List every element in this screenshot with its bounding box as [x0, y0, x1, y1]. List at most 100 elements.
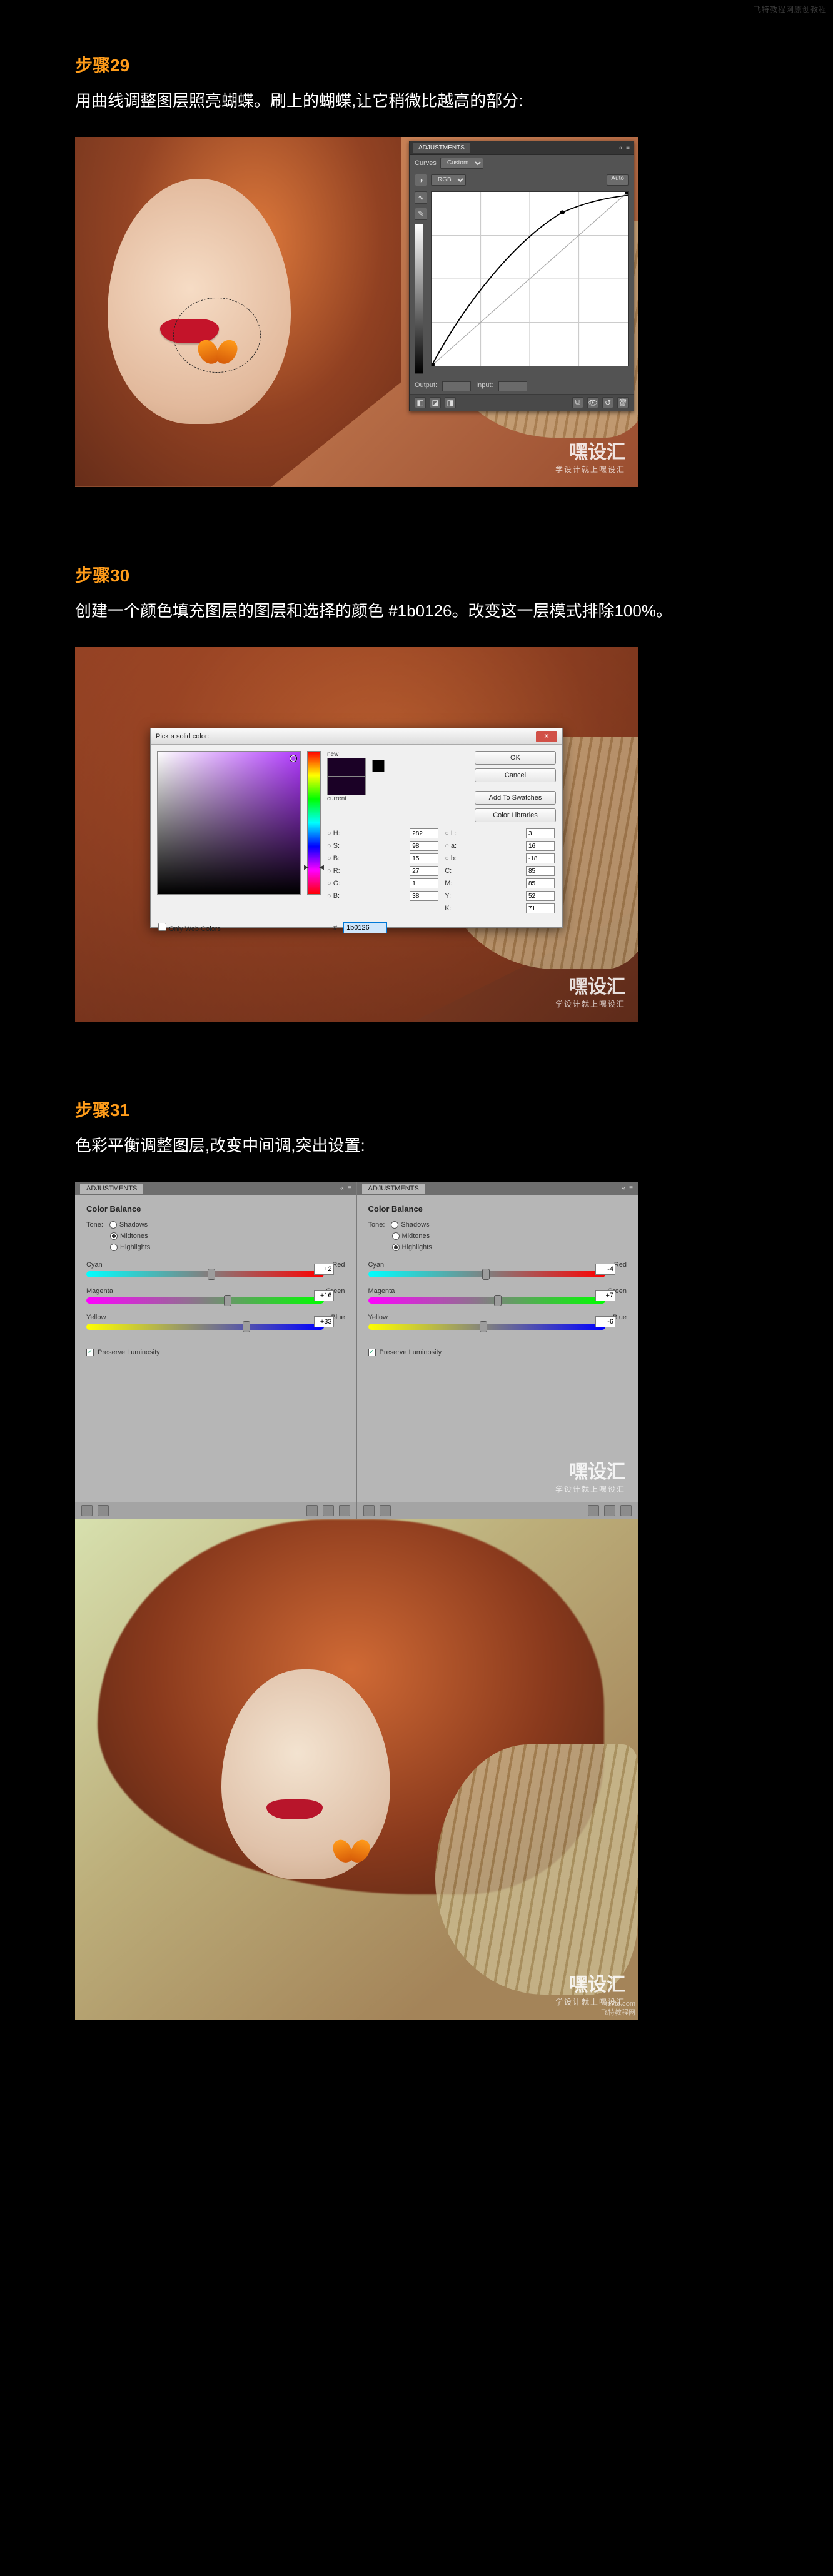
color-picker-dialog: Pick a solid color: ✕ ▶◀ new current — [150, 728, 563, 928]
target-adjust-icon[interactable]: ◑ — [415, 174, 427, 186]
add-swatches-button[interactable]: Add To Swatches — [475, 791, 556, 805]
reset-icon[interactable]: ↺ — [602, 397, 613, 408]
clip-icon[interactable] — [81, 1505, 93, 1516]
curves-graph[interactable] — [431, 191, 629, 366]
cancel-button[interactable]: Cancel — [475, 768, 556, 782]
cr-value[interactable] — [595, 1264, 615, 1275]
cr-value[interactable] — [314, 1264, 334, 1275]
step-30: 步骤30 创建一个颜色填充图层的图层和选择的颜色 #1b0126。改变这一层模式… — [75, 562, 758, 1022]
warning-swatch[interactable] — [372, 760, 385, 772]
curve-tool-icon[interactable]: ∿ — [415, 191, 427, 204]
hue-slider[interactable]: ▶◀ — [307, 751, 321, 895]
output-gradient — [415, 224, 423, 374]
bv-label[interactable]: B: — [327, 892, 405, 900]
cyan-red-slider[interactable]: CyanRed — [86, 1261, 345, 1277]
l-label[interactable]: L: — [445, 830, 521, 837]
reset-icon[interactable] — [323, 1505, 334, 1516]
yellow-blue-slider[interactable]: YellowBlue — [86, 1314, 345, 1330]
k-field[interactable] — [526, 903, 555, 913]
watermark-sub: 学设计就上嘿设汇 — [555, 464, 625, 475]
reset-icon[interactable] — [604, 1505, 615, 1516]
prev-icon[interactable] — [98, 1505, 109, 1516]
preserve-luminosity-checkbox[interactable]: ✓Preserve Luminosity — [368, 1349, 627, 1356]
b2-label[interactable]: b: — [445, 855, 521, 862]
a-field[interactable] — [526, 841, 555, 851]
highlights-radio[interactable]: Highlights — [110, 1244, 150, 1251]
magenta-green-slider[interactable]: MagentaGreen — [368, 1287, 627, 1304]
input-field[interactable] — [498, 381, 527, 391]
cyan-red-slider[interactable]: CyanRed — [368, 1261, 627, 1277]
trash-icon[interactable] — [620, 1505, 632, 1516]
s-field[interactable] — [410, 841, 438, 851]
eye-icon[interactable] — [306, 1505, 318, 1516]
h-label[interactable]: H: — [327, 830, 405, 837]
tone-label: Tone: — [368, 1221, 385, 1229]
collapse-icon[interactable]: « — [622, 1185, 626, 1192]
eye-icon[interactable] — [588, 1505, 599, 1516]
preserve-luminosity-checkbox[interactable]: ✓Preserve Luminosity — [86, 1349, 345, 1356]
l-field[interactable] — [526, 828, 555, 838]
close-icon[interactable]: ✕ — [536, 731, 557, 742]
menu-icon[interactable]: ≡ — [348, 1185, 351, 1192]
m-field[interactable] — [526, 878, 555, 888]
tab-adjustments[interactable]: ADJUSTMENTS — [80, 1184, 143, 1194]
midtones-radio[interactable]: Midtones — [392, 1232, 430, 1240]
tab-adjustments[interactable]: ADJUSTMENTS — [362, 1184, 425, 1194]
midtones-radio[interactable]: Midtones — [110, 1232, 148, 1240]
b-field[interactable] — [410, 853, 438, 863]
step-desc: 色彩平衡调整图层,改变中间调,突出设置: — [75, 1133, 758, 1159]
ok-button[interactable]: OK — [475, 751, 556, 765]
menu-icon[interactable]: ≡ — [626, 144, 630, 151]
auto-button[interactable]: Auto — [607, 174, 629, 186]
yb-value[interactable] — [314, 1316, 334, 1327]
site-credit: fevte.com 飞特教程网 — [601, 2000, 635, 2016]
magenta-green-slider[interactable]: MagentaGreen — [86, 1287, 345, 1304]
clip-icon[interactable] — [363, 1505, 375, 1516]
color-balance-panel-midtones: ADJUSTMENTS«≡ Color Balance Tone: Shadow… — [75, 1182, 357, 1519]
y-field[interactable] — [526, 891, 555, 901]
b2-field[interactable] — [526, 853, 555, 863]
menu-icon[interactable]: ≡ — [629, 1185, 633, 1192]
tab-adjustments[interactable]: ADJUSTMENTS — [413, 143, 470, 153]
mg-value[interactable] — [595, 1290, 615, 1301]
eyedropper-gray-icon[interactable]: ◪ — [430, 397, 441, 408]
eyedropper-white-icon[interactable]: ◨ — [445, 397, 456, 408]
bv-field[interactable] — [410, 891, 438, 901]
only-web-checkbox[interactable]: Only Web Colors — [158, 923, 221, 933]
g-label[interactable]: G: — [327, 880, 405, 887]
g-field[interactable] — [410, 878, 438, 888]
curves-footer: ◧ ◪ ◨ ⧉ 👁 ↺ 🗑 — [410, 394, 634, 411]
step31-panels-figure: ADJUSTMENTS«≡ Color Balance Tone: Shadow… — [75, 1182, 638, 1519]
trash-icon[interactable]: 🗑 — [617, 397, 629, 408]
c-field[interactable] — [526, 866, 555, 876]
output-field[interactable] — [442, 381, 471, 391]
yellow-label: Yellow — [86, 1314, 106, 1321]
clip-icon[interactable]: ⧉ — [572, 397, 583, 408]
color-field[interactable] — [157, 751, 301, 895]
b-label[interactable]: B: — [327, 855, 405, 862]
current-swatch — [327, 777, 366, 795]
h-field[interactable] — [410, 828, 438, 838]
curves-tools: ∿ ✎ — [415, 191, 427, 374]
r-field[interactable] — [410, 866, 438, 876]
prev-icon[interactable] — [380, 1505, 391, 1516]
mg-value[interactable] — [314, 1290, 334, 1301]
highlights-radio[interactable]: Highlights — [392, 1244, 432, 1251]
curves-preset-select[interactable]: Custom — [440, 158, 483, 169]
hex-field[interactable] — [343, 922, 387, 933]
eyedropper-black-icon[interactable]: ◧ — [415, 397, 426, 408]
curves-channel-select[interactable]: RGB — [431, 174, 466, 186]
eye-icon[interactable]: 👁 — [587, 397, 598, 408]
trash-icon[interactable] — [339, 1505, 350, 1516]
s-label[interactable]: S: — [327, 842, 405, 850]
collapse-icon[interactable]: « — [619, 144, 623, 151]
shadows-radio[interactable]: Shadows — [109, 1221, 148, 1229]
yellow-blue-slider[interactable]: YellowBlue — [368, 1314, 627, 1330]
pencil-tool-icon[interactable]: ✎ — [415, 208, 427, 220]
color-libraries-button[interactable]: Color Libraries — [475, 808, 556, 822]
shadows-radio[interactable]: Shadows — [391, 1221, 429, 1229]
a-label[interactable]: a: — [445, 842, 521, 850]
yb-value[interactable] — [595, 1316, 615, 1327]
collapse-icon[interactable]: « — [340, 1185, 344, 1192]
r-label[interactable]: R: — [327, 867, 405, 875]
